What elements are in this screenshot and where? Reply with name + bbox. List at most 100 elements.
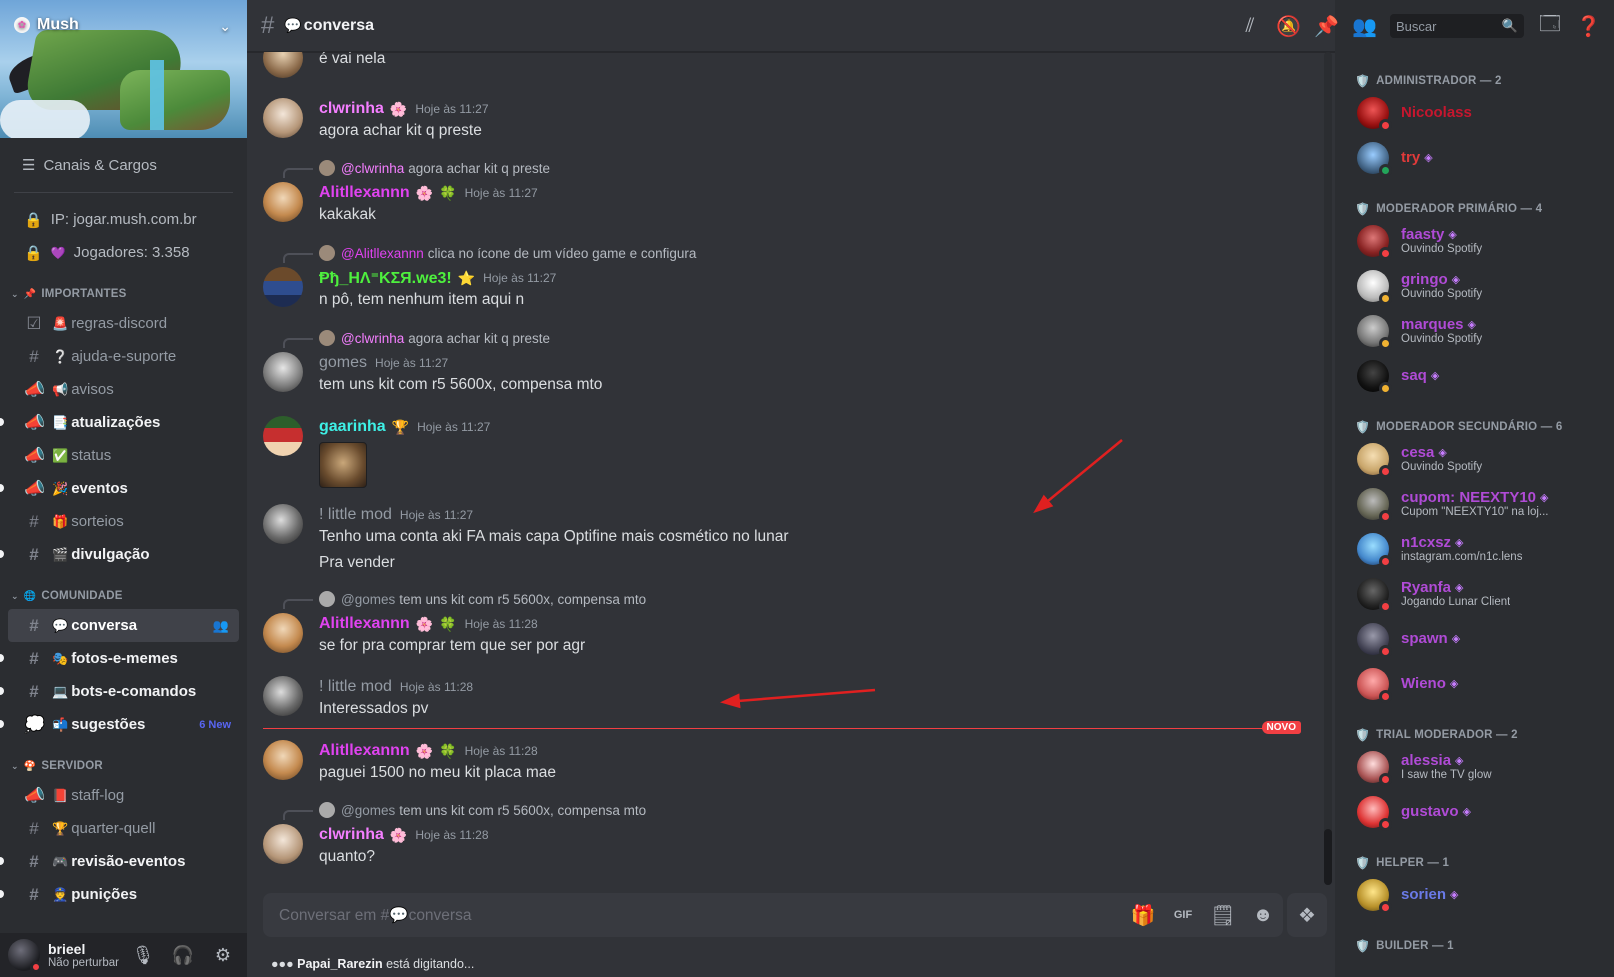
message[interactable]: @clwrinha agora achar kit q preste gomes H…: [263, 330, 1323, 398]
avatar[interactable]: [263, 504, 303, 544]
channel-fotos-e-memes[interactable]: # 🎭 fotos-e-memes: [0, 642, 239, 675]
member-item[interactable]: Wieno ◈: [1343, 661, 1606, 706]
member-item[interactable]: alessia ◈ I saw the TV glow: [1343, 744, 1606, 789]
reply-preview[interactable]: @clwrinha agora achar kit q preste: [319, 330, 550, 346]
message[interactable]: ! little mod Hoje às 11:27 Tenho uma cont…: [263, 504, 1323, 571]
message[interactable]: ! little mod Hoje às 11:28 Interessados p…: [263, 676, 1323, 724]
gif-icon[interactable]: GIF: [1163, 909, 1203, 921]
member-item[interactable]: faasty ◈ Ouvindo Spotify: [1343, 218, 1606, 263]
member-item[interactable]: Ryanfa ◈ Jogando Lunar Client: [1343, 571, 1606, 616]
channel-atualizacoes[interactable]: 📣 📑 atualizações: [0, 406, 239, 439]
mute-bell-icon[interactable]: 🔕: [1276, 14, 1301, 39]
avatar[interactable]: [1357, 622, 1392, 658]
gift-icon[interactable]: 🎁: [1123, 903, 1163, 928]
member-item[interactable]: gustavo ◈: [1343, 789, 1606, 834]
avatar[interactable]: [1357, 314, 1392, 350]
channel-ajuda-e-suporte[interactable]: # ❔ ajuda-e-suporte: [8, 340, 239, 373]
channel-sugestoes[interactable]: 💭 📬 sugestões 6 New: [0, 708, 239, 741]
member-item[interactable]: cupom: NEEXTY10 ◈ Cupom "NEEXTY10" na loj.…: [1343, 481, 1606, 526]
member-item[interactable]: sorien ◈: [1343, 872, 1606, 917]
avatar[interactable]: [263, 824, 303, 864]
channel-sorteios[interactable]: # 🎁 sorteios: [8, 505, 239, 538]
message-author[interactable]: gaarinha: [319, 418, 386, 436]
message[interactable]: Alitllexannn 🌸 🍀 Hoje às 11:28 paguei 1500 …: [263, 740, 1323, 788]
headphones-icon[interactable]: 🎧: [167, 939, 199, 971]
image-attachment[interactable]: [319, 442, 367, 488]
reply-preview[interactable]: @gomes tem uns kit com r5 5600x, compensa…: [319, 802, 646, 818]
search-input[interactable]: Buscar 🔍: [1390, 14, 1524, 38]
message-author[interactable]: Alitllexannn: [319, 184, 410, 202]
avatar[interactable]: [1357, 532, 1392, 568]
avatar[interactable]: [263, 182, 303, 222]
avatar[interactable]: [1357, 667, 1392, 703]
channel-avisos[interactable]: 📣 📢 avisos: [8, 373, 239, 406]
message[interactable]: é vai nela: [263, 52, 1323, 78]
message[interactable]: @gomes tem uns kit com r5 5600x, compensa…: [263, 591, 1323, 659]
channel-eventos[interactable]: 📣 🎉 eventos: [0, 472, 239, 505]
member-item[interactable]: saq ◈: [1343, 353, 1606, 398]
channel-divulgacao[interactable]: # 🎬 divulgação: [0, 538, 239, 571]
member-item[interactable]: gringo ◈ Ouvindo Spotify: [1343, 263, 1606, 308]
avatar[interactable]: [1357, 359, 1392, 395]
server-banner[interactable]: ✿ Mush ⌄: [0, 0, 247, 138]
channel-quarter-quell[interactable]: # 🏆 quarter-quell: [8, 812, 239, 845]
avatar[interactable]: [1357, 878, 1392, 914]
message-author[interactable]: Ᵽђ_HΛ⁼ΚΣЯ.we3!: [319, 268, 452, 288]
message[interactable]: clwrinha 🌸 Hoje às 11:27 agora achar kit q…: [263, 98, 1323, 146]
avatar[interactable]: [8, 939, 42, 973]
avatar[interactable]: [1357, 269, 1392, 305]
avatar[interactable]: [1357, 750, 1392, 786]
add-member-icon[interactable]: 👥: [213, 618, 229, 634]
avatar[interactable]: [263, 676, 303, 716]
avatar[interactable]: [263, 352, 303, 392]
category-comunidade[interactable]: ⌄ 🌐 COMUNIDADE: [8, 583, 239, 609]
message[interactable]: @gomes tem uns kit com r5 5600x, compensa…: [263, 802, 1323, 870]
microphone-icon[interactable]: 🎙: [127, 939, 159, 971]
scrollbar[interactable]: [1324, 52, 1332, 885]
server-info-players[interactable]: 🔒 💜 Jogadores: 3.358: [8, 236, 239, 269]
apps-icon[interactable]: ❖: [1287, 893, 1327, 937]
server-header[interactable]: ✿ Mush: [14, 16, 79, 34]
avatar[interactable]: [263, 52, 303, 78]
member-item[interactable]: try ◈: [1343, 135, 1606, 180]
channel-punicoes[interactable]: # 👮 punições: [0, 878, 239, 911]
chevron-down-icon[interactable]: ⌄: [219, 18, 231, 35]
member-item[interactable]: Nicoolass: [1343, 90, 1606, 135]
avatar[interactable]: [263, 267, 303, 307]
avatar[interactable]: [1357, 224, 1392, 260]
avatar[interactable]: [263, 740, 303, 780]
avatar[interactable]: [1357, 96, 1392, 132]
message-author[interactable]: ! little mod: [319, 506, 392, 524]
channel-revisao-eventos[interactable]: # 🎮 revisão-eventos: [0, 845, 239, 878]
channel-regras-discord[interactable]: ☑ 🚨 regras-discord: [8, 307, 239, 340]
member-item[interactable]: cesa ◈ Ouvindo Spotify: [1343, 436, 1606, 481]
message[interactable]: @clwrinha agora achar kit q preste Alitll…: [263, 160, 1323, 228]
avatar[interactable]: [263, 98, 303, 138]
message-author[interactable]: clwrinha: [319, 826, 384, 844]
browse-channels-button[interactable]: ☰ Canais & Cargos: [8, 148, 239, 182]
inbox-icon[interactable]: 🗔: [1538, 9, 1562, 43]
category-importantes[interactable]: ⌄ 📌 IMPORTANTES: [8, 281, 239, 307]
member-item[interactable]: marques ◈ Ouvindo Spotify: [1343, 308, 1606, 353]
sticker-icon[interactable]: 🗒: [1203, 903, 1243, 928]
message[interactable]: gaarinha 🏆 Hoje às 11:27: [263, 416, 1323, 496]
message[interactable]: @Alitllexannn clica no ícone de um vídeo …: [263, 245, 1323, 313]
avatar[interactable]: [1357, 577, 1392, 613]
avatar[interactable]: [1357, 487, 1392, 523]
channel-bots-e-comandos[interactable]: # 💻 bots-e-comandos: [0, 675, 239, 708]
avatar[interactable]: [263, 416, 303, 456]
channel-conversa[interactable]: # 💬 conversa 👥: [8, 609, 239, 642]
category-servidor[interactable]: ⌄ 🍄 SERVIDOR: [8, 753, 239, 779]
threads-icon[interactable]: ⫽: [1238, 15, 1262, 38]
channel-staff-log[interactable]: 📣 📕 staff-log: [8, 779, 239, 812]
channel-status[interactable]: 📣 ✅ status: [8, 439, 239, 472]
gear-icon[interactable]: ⚙: [207, 939, 239, 971]
avatar[interactable]: [263, 613, 303, 653]
help-icon[interactable]: ❓: [1576, 14, 1601, 39]
members-icon[interactable]: 👥: [1352, 14, 1377, 39]
message-author[interactable]: Alitllexannn: [319, 615, 410, 633]
avatar[interactable]: [1357, 795, 1392, 831]
reply-preview[interactable]: @clwrinha agora achar kit q preste: [319, 160, 550, 176]
emoji-icon[interactable]: ☻: [1243, 904, 1283, 927]
avatar[interactable]: [1357, 141, 1392, 177]
